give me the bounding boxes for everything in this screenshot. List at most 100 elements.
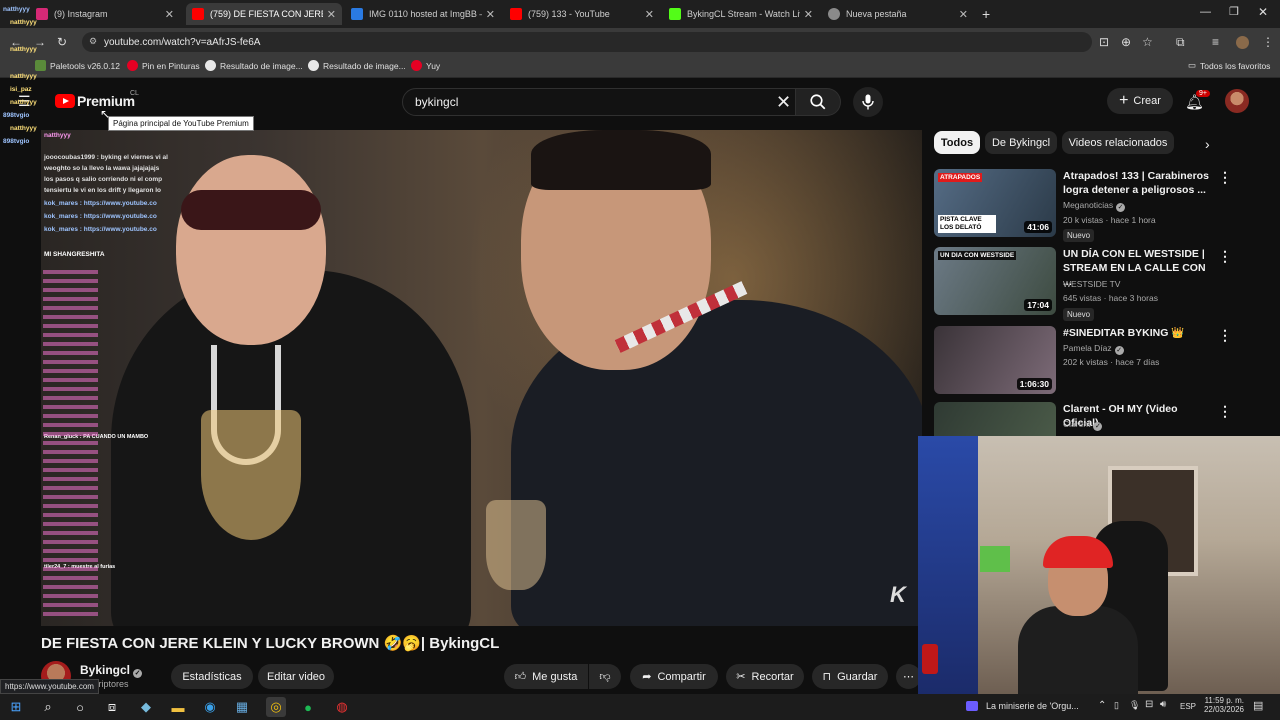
verified-icon: ✓ [1114,346,1124,355]
all-favorites-folder[interactable]: ▭ Todos los favoritos [1188,60,1270,71]
webcam-overlay [918,436,1280,694]
cortana-icon[interactable]: ○ [70,697,90,717]
chevron-right-icon[interactable]: › [1205,136,1210,152]
chrome-icon[interactable]: ◎ [266,697,286,717]
restore-icon[interactable]: ❐ [1229,5,1239,18]
chat-line: MI SHANGRESHITA [44,251,105,258]
more-options-icon[interactable]: ⋮ [1218,403,1232,420]
task-view-icon[interactable]: ⧈ [102,697,122,717]
close-tab-icon[interactable]: ✕ [486,8,495,21]
instagram-icon [36,8,48,20]
close-tab-icon[interactable]: ✕ [327,8,336,21]
bookmark-icon: ⊓ [822,671,832,683]
close-window-icon[interactable]: ✕ [1258,5,1268,19]
profile-avatar[interactable] [1236,36,1249,49]
chat-messages-stack [43,270,98,620]
minimize-icon[interactable]: — [1200,6,1211,18]
chat-line: natthyyy [10,19,37,26]
clock[interactable]: 11:59 p. m. 22/03/2026 [1200,696,1244,714]
bookmark-yuy[interactable]: Yuy [411,60,440,71]
related-channel[interactable]: WESTSIDE TV [1063,279,1120,289]
bookmark-star-icon[interactable]: ☆ [1142,35,1153,49]
channel-watermark[interactable]: K [890,582,906,608]
windows-start-icon[interactable]: ⊞ [6,697,26,717]
related-thumbnail[interactable]: UN DIA CON WESTSIDE 17:04 [934,247,1056,315]
reading-list-icon[interactable]: ≡ [1212,35,1219,49]
zoom-icon[interactable]: ⊕ [1121,35,1131,49]
spotify-icon[interactable]: ● [298,697,318,717]
browser-menu-icon[interactable]: ⋮ [1262,35,1274,49]
related-thumbnail[interactable]: ATRAPADOS PISTA CLAVE LOS DELATÓ 41:06 [934,169,1056,237]
like-button[interactable]: 👍︎ Me gusta [504,664,588,689]
file-explorer-icon[interactable]: ▬ [168,697,188,717]
related-channel[interactable]: Meganoticias ✓ [1063,200,1126,212]
verified-icon: ✓ [1116,203,1126,212]
search-input[interactable]: bykingcl [402,88,796,116]
related-channel[interactable]: Pamela Díaz ✓ [1063,343,1124,355]
tab-imgbb[interactable]: IMG 0110 hosted at ImgBB — I ✕ [345,3,501,25]
new-badge: Nuevo [1063,308,1095,321]
tab-new[interactable]: Nueva pestaña ✕ [822,3,974,25]
network-icon[interactable]: ⊟ [1145,699,1153,710]
tab-youtube-133[interactable]: (759) 133 - YouTube ✕ [504,3,660,25]
close-tab-icon[interactable]: ✕ [959,8,968,21]
close-tab-icon[interactable]: ✕ [645,8,654,21]
obs-icon[interactable]: ◍ [332,697,352,717]
save-button[interactable]: ⊓ Guardar [812,664,888,689]
channel-name[interactable]: Bykingcl ✓ [80,663,143,678]
related-title[interactable]: Atrapados! 133 | Carabineros logra deten… [1063,169,1209,197]
media-title[interactable]: La miniserie de 'Orgu... [986,701,1079,711]
filter-chip-related[interactable]: Videos relacionados [1062,131,1174,154]
clip-button[interactable]: ✂ Recortar [726,664,804,689]
close-tab-icon[interactable]: ✕ [165,8,174,21]
scissors-icon: ✂ [736,671,746,683]
volume-icon[interactable]: 🔊︎ [1160,699,1166,710]
clear-search-icon[interactable]: ✕ [776,92,791,113]
more-options-icon[interactable]: ⋮ [1218,248,1232,265]
video-duration: 41:06 [1024,221,1052,233]
tab-youtube-video[interactable]: (759) DE FIESTA CON JERE KLEIN ✕ [186,3,342,25]
account-avatar[interactable] [1225,89,1249,113]
notification-center-icon[interactable]: ▤ [1253,699,1263,712]
store-icon[interactable]: ▦ [232,697,252,717]
filter-chip-channel[interactable]: De Bykingcl [985,131,1057,154]
language-indicator[interactable]: ESP [1180,702,1196,711]
address-bar[interactable]: ⚙ youtube.com/watch?v=aAfrJS-fe6A [82,32,1092,52]
bookmark-google-image-1[interactable]: Resultado de image... [205,60,303,71]
stats-button[interactable]: Estadísticas [171,664,253,689]
reload-icon[interactable]: ↻ [57,35,67,49]
bookmark-pinterest[interactable]: Pin en Pinturas [127,60,200,71]
tray-chevron-icon[interactable]: ⌃ [1098,700,1106,711]
close-tab-icon[interactable]: ✕ [804,8,813,21]
related-thumbnail[interactable]: 1:06:30 [934,326,1056,394]
edit-video-button[interactable]: Editar video [258,664,334,689]
more-options-icon[interactable]: ⋮ [1218,169,1232,186]
copilot-icon[interactable]: ◆ [136,697,156,717]
site-info-icon[interactable]: ⚙ [89,36,97,47]
tab-instagram[interactable]: (9) Instagram ✕ [30,3,180,25]
chat-line: natthyyy [10,125,37,132]
extensions-icon[interactable]: ⧉ [1176,35,1185,50]
search-button[interactable] [796,88,841,116]
related-thumbnail[interactable] [934,402,1056,438]
install-app-icon[interactable]: ⊡ [1099,35,1109,49]
create-button[interactable]: + Crear [1107,88,1173,114]
voice-search-button[interactable] [853,87,883,117]
bookmark-paletools[interactable]: Paletools v26.0.12 [35,60,120,71]
dislike-button[interactable]: 👎︎ [589,664,621,689]
verified-icon: ✓ [133,669,143,678]
more-options-icon[interactable]: ⋮ [1218,327,1232,344]
tray-app-icon[interactable]: ▯ [1114,700,1119,711]
bookmark-google-image-2[interactable]: Resultado de image... [308,60,406,71]
new-tab-plus-icon[interactable]: + [982,6,990,22]
related-channel[interactable]: Clarent ✓ [1063,419,1103,431]
edge-icon[interactable]: ◉ [200,697,220,717]
filter-chip-todos[interactable]: Todos [934,131,980,154]
video-player[interactable]: natthyyy jooocoubas1999 : byking el vier… [41,130,922,626]
related-title[interactable]: #SINEDITAR BYKING 👑 [1063,326,1209,340]
tab-kick-stream[interactable]: BykingCL Stream - Watch Live o ✕ [663,3,819,25]
youtube-logo-icon[interactable] [55,94,75,108]
microphone-tray-icon[interactable]: 🎙︎ [1129,700,1140,711]
search-icon[interactable]: ⌕ [38,697,58,717]
share-button[interactable]: ➦ Compartir [630,664,718,689]
